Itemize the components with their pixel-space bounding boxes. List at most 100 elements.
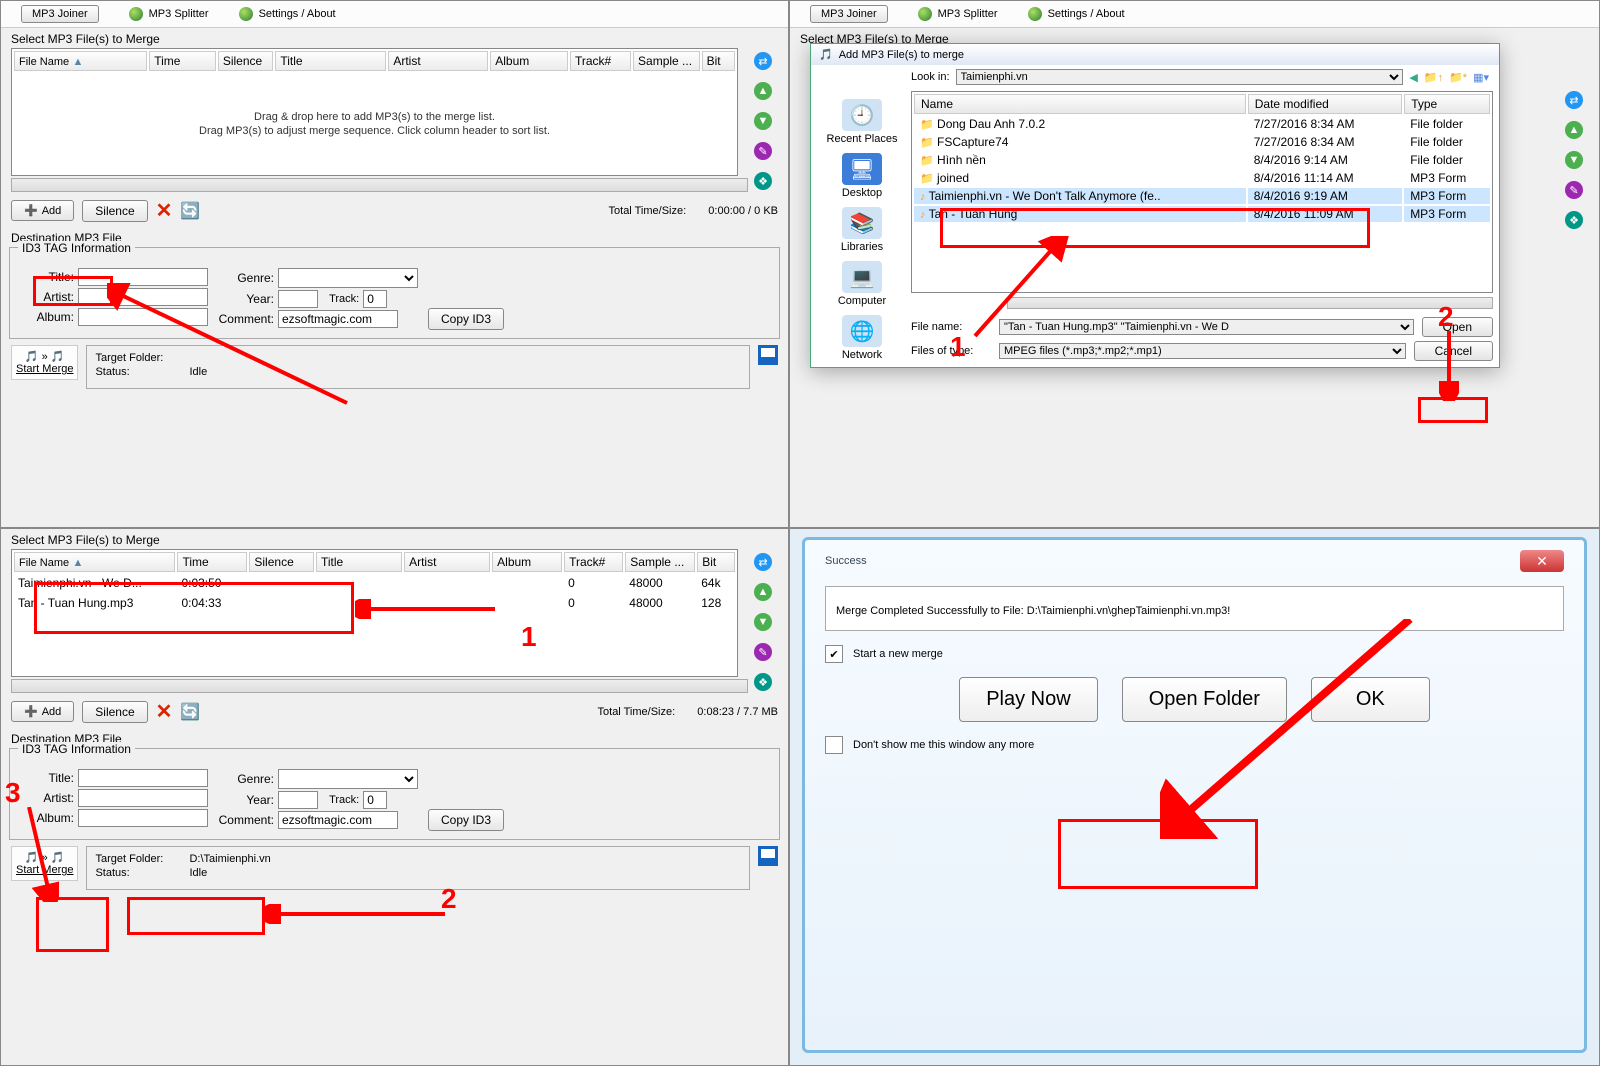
swap-icon[interactable]: ⇄: [1565, 91, 1583, 109]
open-button[interactable]: Open: [1422, 317, 1493, 337]
place-network[interactable]: 🌐Network: [842, 315, 882, 361]
table-row[interactable]: Taimienphi.vn - We D...0:03:5004800064k: [14, 574, 735, 592]
table-row[interactable]: Tan - Tuan Hung.mp30:04:33048000128: [14, 594, 735, 612]
track-input[interactable]: [363, 791, 387, 809]
back-icon[interactable]: ◀: [1409, 71, 1417, 84]
file-row[interactable]: ♪ Taimienphi.vn - We Don't Talk Anymore …: [914, 188, 1490, 204]
refresh-icon[interactable]: 🔄: [180, 201, 200, 221]
down-icon[interactable]: ▼: [1565, 151, 1583, 169]
open-folder-button[interactable]: Open Folder: [1122, 677, 1287, 722]
checkbox-dont-show[interactable]: [825, 736, 843, 754]
down-icon[interactable]: ▼: [754, 112, 772, 130]
year-input[interactable]: [278, 791, 318, 809]
checkbox-new-merge[interactable]: ✔: [825, 645, 843, 663]
file-row[interactable]: 📁 joined8/4/2016 11:14 AMMP3 Form: [914, 170, 1490, 186]
file-list[interactable]: NameDate modifiedType 📁 Dong Dau Anh 7.0…: [912, 92, 1492, 224]
tab-splitter[interactable]: MP3 Splitter: [938, 8, 998, 20]
cancel-button[interactable]: Cancel: [1414, 341, 1493, 361]
silence-button[interactable]: Silence: [82, 200, 147, 222]
artist-input[interactable]: [78, 288, 208, 306]
col-type[interactable]: Type: [1404, 94, 1490, 114]
tool-icon[interactable]: ❖: [754, 673, 772, 691]
tab-splitter[interactable]: MP3 Splitter: [149, 8, 209, 20]
col-filename[interactable]: File Name ▲: [14, 51, 147, 71]
place-libraries[interactable]: 📚Libraries: [841, 207, 883, 253]
col-silence[interactable]: Silence: [218, 51, 274, 71]
scrollbar[interactable]: [11, 679, 748, 693]
down-icon[interactable]: ▼: [754, 613, 772, 631]
swap-icon[interactable]: ⇄: [754, 553, 772, 571]
scrollbar[interactable]: [1007, 297, 1493, 309]
play-now-button[interactable]: Play Now: [959, 677, 1097, 722]
add-button[interactable]: ➕Add: [11, 200, 74, 221]
start-merge-button[interactable]: 🎵 » 🎵 Start Merge: [11, 345, 78, 380]
col-track[interactable]: Track#: [570, 51, 631, 71]
start-merge-button[interactable]: 🎵 » 🎵 Start Merge: [11, 846, 78, 881]
up-icon[interactable]: ▲: [754, 82, 772, 100]
col-album[interactable]: Album: [490, 51, 568, 71]
tool-icon[interactable]: ❖: [1565, 211, 1583, 229]
file-row[interactable]: ♪ Tan - Tuan Hung8/4/2016 11:09 AMMP3 Fo…: [914, 206, 1490, 222]
tab-settings[interactable]: Settings / About: [259, 8, 336, 20]
copy-id3-button[interactable]: Copy ID3: [428, 809, 504, 831]
tool-icon[interactable]: ✎: [754, 142, 772, 160]
col-title[interactable]: Title: [275, 51, 386, 71]
genre-select[interactable]: [278, 268, 418, 288]
col-sample[interactable]: Sample ...: [633, 51, 700, 71]
col-bit[interactable]: Bit: [702, 51, 735, 71]
col-bit[interactable]: Bit: [697, 552, 735, 572]
lookin-select[interactable]: Taimienphi.vn: [956, 69, 1404, 85]
title-input[interactable]: [78, 769, 208, 787]
delete-icon[interactable]: ✕: [156, 699, 173, 724]
col-date[interactable]: Date modified: [1248, 94, 1402, 114]
comment-input[interactable]: [278, 310, 398, 328]
col-time[interactable]: Time: [177, 552, 247, 572]
place-desktop[interactable]: 🖥Desktop: [842, 153, 882, 199]
view-icon[interactable]: ▦▾: [1473, 71, 1489, 84]
album-input[interactable]: [78, 308, 208, 326]
save-icon[interactable]: [758, 846, 778, 866]
file-row[interactable]: 📁 Dong Dau Anh 7.0.27/27/2016 8:34 AMFil…: [914, 116, 1490, 132]
file-row[interactable]: 📁 FSCapture747/27/2016 8:34 AMFile folde…: [914, 134, 1490, 150]
close-button[interactable]: ✕: [1520, 550, 1564, 572]
up-icon[interactable]: ▲: [1565, 121, 1583, 139]
tool-icon[interactable]: ❖: [754, 172, 772, 190]
col-artist[interactable]: Artist: [404, 552, 490, 572]
newfolder-icon[interactable]: 📁*: [1449, 71, 1467, 84]
col-filename[interactable]: File Name ▲: [14, 552, 175, 572]
scrollbar[interactable]: [11, 178, 748, 192]
place-computer[interactable]: 💻Computer: [838, 261, 886, 307]
silence-button[interactable]: Silence: [82, 701, 147, 723]
col-track[interactable]: Track#: [564, 552, 623, 572]
up-icon[interactable]: ▲: [754, 583, 772, 601]
add-button[interactable]: ➕Add: [11, 701, 74, 722]
filename-input[interactable]: "Tan - Tuan Hung.mp3" "Taimienphi.vn - W…: [999, 319, 1414, 335]
tool-icon[interactable]: ✎: [754, 643, 772, 661]
file-row[interactable]: 📁 Hình nền8/4/2016 9:14 AMFile folder: [914, 152, 1490, 168]
col-name[interactable]: Name: [914, 94, 1246, 114]
col-artist[interactable]: Artist: [388, 51, 488, 71]
col-title[interactable]: Title: [316, 552, 402, 572]
year-input[interactable]: [278, 290, 318, 308]
refresh-icon[interactable]: 🔄: [180, 702, 200, 722]
title-input[interactable]: [78, 268, 208, 286]
tab-joiner[interactable]: MP3 Joiner: [810, 5, 888, 23]
swap-icon[interactable]: ⇄: [754, 52, 772, 70]
copy-id3-button[interactable]: Copy ID3: [428, 308, 504, 330]
col-sample[interactable]: Sample ...: [625, 552, 695, 572]
tool-icon[interactable]: ✎: [1565, 181, 1583, 199]
save-icon[interactable]: [758, 345, 778, 365]
genre-select[interactable]: [278, 769, 418, 789]
filetype-select[interactable]: MPEG files (*.mp3;*.mp2;*.mp1): [999, 343, 1406, 359]
col-time[interactable]: Time: [149, 51, 216, 71]
comment-input[interactable]: [278, 811, 398, 829]
tab-joiner[interactable]: MP3 Joiner: [21, 5, 99, 23]
up-icon[interactable]: 📁↑: [1424, 71, 1443, 84]
ok-button[interactable]: OK: [1311, 677, 1430, 722]
file-table[interactable]: File Name ▲ Time Silence Title Artist Al…: [11, 549, 738, 677]
artist-input[interactable]: [78, 789, 208, 807]
track-input[interactable]: [363, 290, 387, 308]
album-input[interactable]: [78, 809, 208, 827]
col-silence[interactable]: Silence: [249, 552, 314, 572]
place-recent[interactable]: 🕘Recent Places: [827, 99, 898, 145]
